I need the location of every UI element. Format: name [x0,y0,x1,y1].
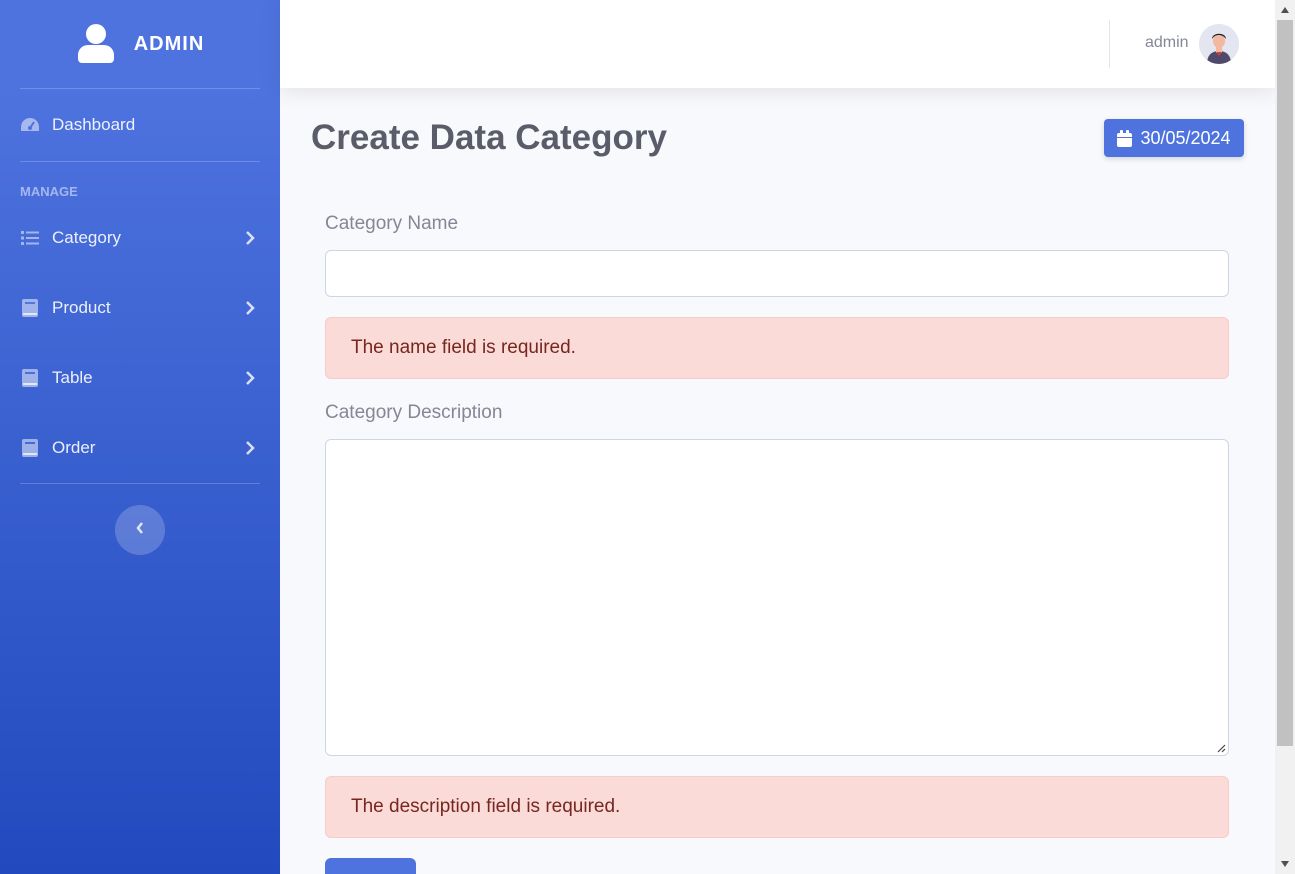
user-name[interactable]: admin [1145,34,1189,52]
sidebar-toggle-button[interactable] [115,505,165,555]
date-badge: 30/05/2024 [1104,119,1244,157]
sidebar-item-order[interactable]: Order [0,413,280,483]
scroll-up-arrow-icon[interactable] [1275,0,1295,20]
sidebar-item-label: Table [52,368,93,387]
brand-title: ADMIN [133,32,205,55]
book-icon [20,438,40,458]
list-icon [20,228,40,248]
category-description-textarea[interactable] [325,439,1229,756]
chevron-left-icon [135,521,145,540]
tachometer-icon [20,115,40,135]
sidebar-item-label: Dashboard [52,115,136,134]
calendar-icon [1117,129,1133,147]
scroll-down-arrow-icon[interactable] [1275,854,1295,874]
sidebar-item-label: Product [52,298,111,317]
page-title: Create Data Category [311,118,667,157]
category-description-label: Category Description [325,402,503,423]
sidebar-item-dashboard[interactable]: Dashboard [0,89,280,161]
sidebar-item-label: Order [52,438,96,457]
user-icon [76,24,116,64]
description-error-alert: The description field is required. [325,776,1229,838]
sidebar-item-product[interactable]: Product [0,273,280,343]
topbar-divider [1109,20,1110,68]
chevron-right-icon [240,301,260,315]
scrollbar[interactable] [1275,0,1295,874]
date-text: 30/05/2024 [1140,127,1231,148]
sidebar-heading: MANAGE [20,184,78,199]
chevron-right-icon [240,231,260,245]
name-error-alert: The name field is required. [325,317,1229,379]
topbar: admin [280,0,1275,88]
sidebar-item-label: Category [52,228,121,247]
avatar[interactable] [1199,24,1239,64]
scrollbar-thumb[interactable] [1277,20,1293,746]
sidebar-brand[interactable]: ADMIN [0,0,280,88]
submit-button[interactable] [325,858,416,874]
chevron-right-icon [240,371,260,385]
chevron-right-icon [240,441,260,455]
resize-handle-icon[interactable] [1216,743,1226,753]
category-name-label: Category Name [325,213,459,234]
main-content: Create Data Category 30/05/2024 Category… [280,88,1275,874]
book-icon [20,298,40,318]
sidebar-item-category[interactable]: Category [0,203,280,273]
sidebar: ADMIN Dashboard MANAGE Category Product … [0,0,280,874]
category-name-input[interactable] [325,250,1229,297]
book-icon [20,368,40,388]
sidebar-item-table[interactable]: Table [0,343,280,413]
